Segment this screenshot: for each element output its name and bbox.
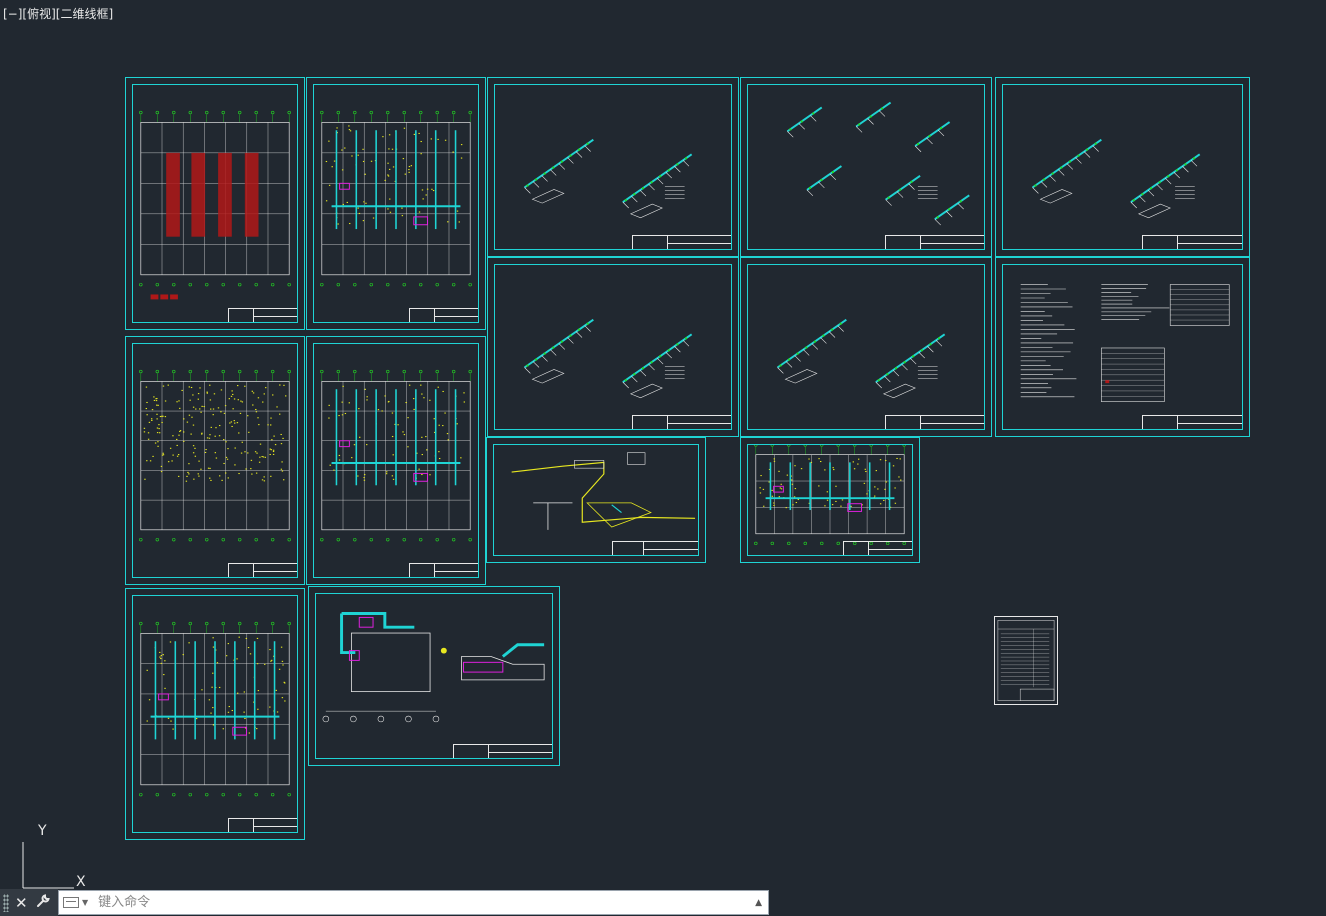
- command-input[interactable]: [96, 894, 756, 911]
- title-block: [452, 744, 552, 758]
- sheet-system-diagram-1[interactable]: [487, 77, 739, 257]
- command-history-icon[interactable]: ▲: [755, 898, 762, 908]
- sheet-design-notes[interactable]: [995, 257, 1250, 437]
- title-block: [612, 541, 698, 555]
- sheet-floor-plan-yellow[interactable]: [125, 336, 305, 585]
- sheet-floor-plan-ducts-2[interactable]: [306, 336, 486, 585]
- sheet-system-diagram-3[interactable]: [995, 77, 1250, 257]
- sheet-section-detail[interactable]: [308, 586, 560, 766]
- title-block: [1141, 235, 1242, 249]
- viewport-controls-label[interactable]: [−][俯视][二维线框]: [3, 5, 113, 22]
- sheet-system-diagram-4[interactable]: [487, 257, 739, 437]
- title-block: [631, 415, 731, 429]
- title-block: [884, 235, 984, 249]
- sheet-system-diagram-5[interactable]: [740, 257, 992, 437]
- ucs-y-label: Y: [38, 823, 47, 839]
- sheet-piping-diagram[interactable]: [486, 437, 706, 563]
- title-block: [228, 308, 297, 322]
- sheet-floor-plan-ducts-1[interactable]: [306, 77, 486, 330]
- command-line-tools: ✕: [0, 889, 58, 916]
- ucs-x-label: X: [76, 874, 86, 890]
- title-block: [884, 415, 984, 429]
- title-block: [631, 235, 731, 249]
- title-block: [843, 541, 912, 555]
- title-block: [409, 563, 478, 577]
- sheet-floor-plan-red[interactable]: [125, 77, 305, 330]
- wrench-icon[interactable]: [36, 893, 50, 912]
- sheet-drawing-list[interactable]: [994, 616, 1058, 705]
- sheet-system-diagram-2[interactable]: [740, 77, 992, 257]
- sheet-small-floor-plan[interactable]: [740, 437, 920, 563]
- sheet-floor-plan-ducts-3[interactable]: [125, 588, 305, 840]
- close-icon[interactable]: ✕: [15, 894, 28, 912]
- title-block: [228, 818, 297, 832]
- chevron-down-icon[interactable]: ▼: [82, 898, 88, 907]
- grip-handle-icon[interactable]: [3, 893, 9, 912]
- title-block: [228, 563, 297, 577]
- command-line: ▼ ▲: [58, 890, 769, 915]
- title-block: [1141, 415, 1242, 429]
- ucs-icon: Y X: [14, 820, 94, 890]
- command-prompt-icon[interactable]: [63, 897, 79, 908]
- title-block: [409, 308, 478, 322]
